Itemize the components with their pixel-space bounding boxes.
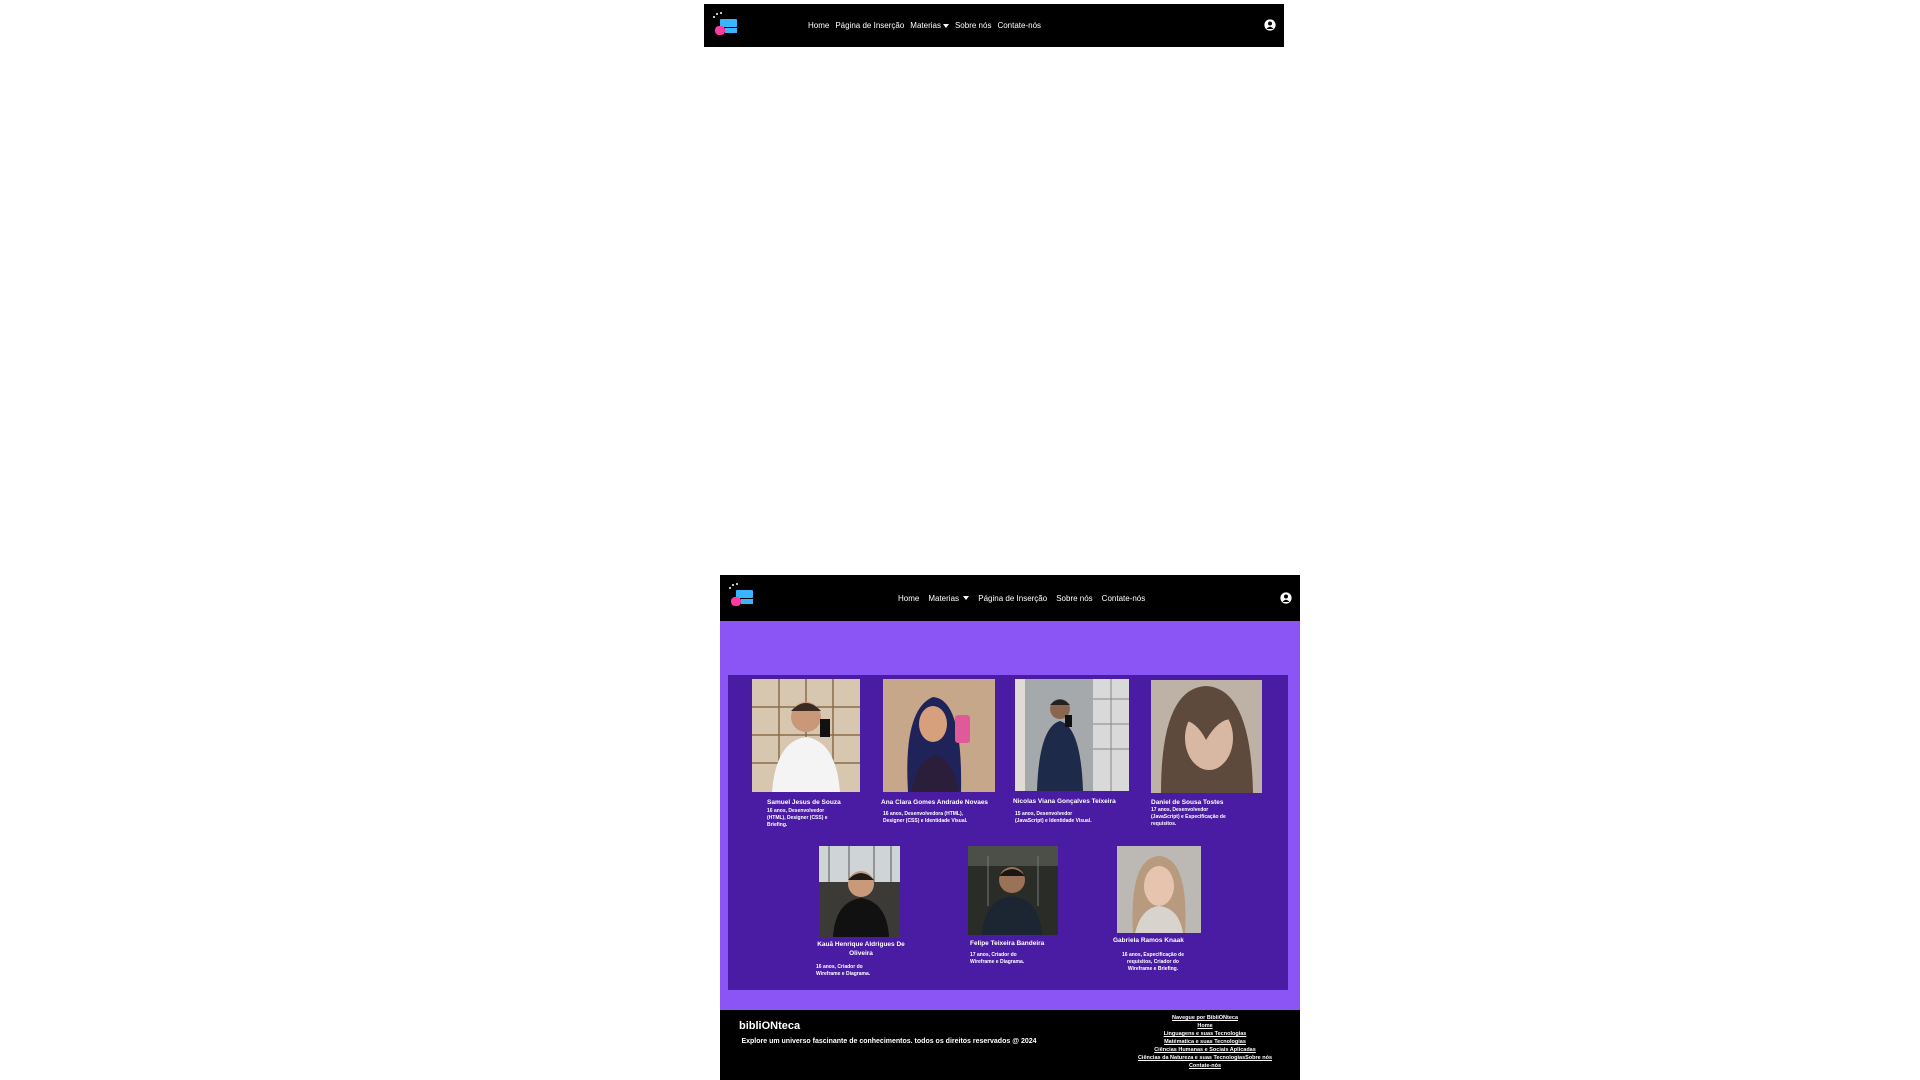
nav-home[interactable]: Home <box>898 594 919 603</box>
footer-link-contact[interactable]: Contate-nós <box>1130 1062 1280 1070</box>
team-member-card: Samuel Jesus de Souza 16 anos, Desenvolv… <box>752 679 860 828</box>
member-description: 16 anos, Desenvolvedora (HTML), Designer… <box>883 811 968 824</box>
member-description: 17 anos, Criador do Wireframe e Diagrama… <box>970 952 1025 965</box>
footer: bibliONteca Explore um universo fascinan… <box>720 1010 1300 1080</box>
footer-nav-title[interactable]: Navegue por BibliONteca <box>1130 1014 1280 1022</box>
member-photo <box>752 679 860 792</box>
main-navbar: Home Materias Página de Inserção Sobre n… <box>720 575 1300 621</box>
caret-down-icon <box>963 596 970 601</box>
nav-subjects-dropdown[interactable]: Materias <box>928 593 970 603</box>
nav-about[interactable]: Sobre nós <box>955 21 991 30</box>
footer-tagline: Explore um universo fascinante de conhec… <box>741 1038 1037 1045</box>
team-member-card: Ana Clara Gomes Andrade Novaes 16 anos, … <box>881 679 995 824</box>
member-photo <box>1117 846 1201 933</box>
nav-contact[interactable]: Contate-nós <box>1102 594 1146 603</box>
member-description: 16 anos, Desenvolvedor (HTML), Designer … <box>767 808 828 828</box>
team-member-card: Kauã Henrique Aldrigues De Oliveira 16 a… <box>816 846 905 977</box>
member-name: Nicolas Viana Gonçalves Teixeira <box>1013 798 1116 805</box>
top-navbar: Home Página de Inserção Materias Sobre n… <box>704 4 1284 47</box>
nav-subjects-label: Materias <box>928 593 960 603</box>
nav-subjects-dropdown[interactable]: Materias <box>910 21 949 30</box>
member-photo <box>883 679 995 792</box>
footer-link-humanities[interactable]: Ciências Humanas e Sociais Aplicadas <box>1130 1046 1280 1054</box>
nav-home[interactable]: Home <box>808 21 829 30</box>
user-icon[interactable] <box>1280 592 1292 604</box>
team-section: Samuel Jesus de Souza 16 anos, Desenvolv… <box>720 621 1300 1010</box>
nav-about[interactable]: Sobre nós <box>1056 594 1092 603</box>
member-name: Daniel de Sousa Tostes <box>1151 799 1224 806</box>
team-member-card: Daniel de Sousa Tostes 17 anos, Desenvol… <box>1151 680 1262 827</box>
member-description: 16 anos, Criador do Wireframe e Diagrama… <box>816 964 871 977</box>
user-icon[interactable] <box>1264 19 1276 31</box>
footer-link-math[interactable]: Matématica e suas Tecnologias <box>1130 1038 1280 1046</box>
member-name: Gabriela Ramos Knaak <box>1113 937 1184 944</box>
nav-insertion-page[interactable]: Página de Inserção <box>978 594 1047 603</box>
footer-brand: bibliONteca <box>739 1020 801 1032</box>
member-photo <box>968 846 1058 935</box>
biblionteca-logo[interactable] <box>727 583 757 609</box>
member-photo <box>819 846 900 937</box>
member-name: Kauã Henrique Aldrigues De Oliveira <box>817 941 905 957</box>
member-description: 16 anos, Especificação de requisitos, Cr… <box>1122 952 1184 972</box>
member-photo <box>1015 679 1129 791</box>
team-member-card: Nicolas Viana Gonçalves Teixeira 15 anos… <box>1013 679 1129 824</box>
nav-contact[interactable]: Contate-nós <box>997 21 1041 30</box>
member-photo <box>1151 680 1262 793</box>
footer-link-home[interactable]: Home <box>1130 1022 1280 1030</box>
member-description: 17 anos, Desenvolvedor (JavaScript) e Es… <box>1151 807 1226 827</box>
footer-nav: Navegue por BibliONteca Home Linguagens … <box>1130 1014 1280 1070</box>
nav-subjects-label: Materias <box>910 21 941 30</box>
team-panel: Samuel Jesus de Souza 16 anos, Desenvolv… <box>728 675 1288 990</box>
team-member-card: Felipe Teixeira Bandeira 17 anos, Criado… <box>968 846 1058 965</box>
biblionteca-logo[interactable] <box>711 12 741 38</box>
caret-down-icon <box>942 23 949 28</box>
nav-insertion-page[interactable]: Página de Inserção <box>835 21 904 30</box>
member-name: Ana Clara Gomes Andrade Novaes <box>881 799 989 806</box>
member-name: Felipe Teixeira Bandeira <box>970 940 1045 947</box>
member-name: Samuel Jesus de Souza <box>767 799 841 806</box>
footer-link-languages[interactable]: Linguagens e suas Tecnologias <box>1130 1030 1280 1038</box>
footer-link-natural-sciences-about[interactable]: Ciências da Natureza e suas TecnologiasS… <box>1130 1054 1280 1062</box>
team-member-card: Gabriela Ramos Knaak 16 anos, Especifica… <box>1113 846 1201 972</box>
member-description: 15 anos, Desenvolvedor (JavaScript) e Id… <box>1015 811 1092 824</box>
